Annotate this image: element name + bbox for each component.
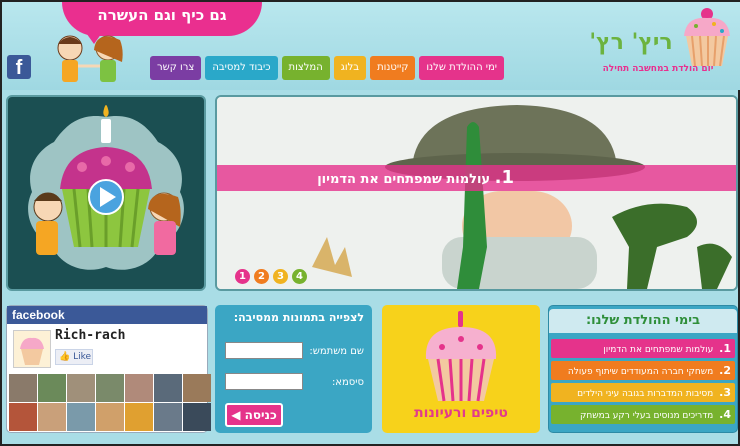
birthday-item-number: 1. [719,342,731,355]
party-photos-login: לצפייה בתמונות ממסיבה: שם משתמש: סיסמא: … [215,305,372,433]
nav-item-camps[interactable]: קייטנות [370,56,416,80]
banner-caption: 1. עולמות שמפתחים את הדמיון [317,167,514,191]
video-player[interactable] [6,95,206,291]
fan-thumb[interactable] [154,374,182,402]
fan-thumb[interactable] [183,403,211,431]
header: גם כיף וגם העשרה f צרו קשר כיבוד למסיבה … [2,2,740,90]
page-avatar[interactable] [13,330,51,368]
birthday-item-text: עולמות שמפתחים את הדמיון [603,345,714,355]
birthday-item-number: 3. [719,386,731,399]
fan-thumb[interactable] [38,403,66,431]
video-cupcake-illustration [28,105,184,270]
banner-caption-text: עולמות שמפתחים את הדמיון [317,172,491,187]
username-input[interactable] [225,342,303,359]
birthday-item-1[interactable]: 1. עולמות שמפתחים את הדמיון [551,339,735,358]
cupcake-avatar-icon [20,337,44,365]
login-submit-label: כניסה [244,408,277,422]
fan-thumb[interactable] [9,374,37,402]
fan-thumb[interactable] [67,403,95,431]
slide-dot-3[interactable]: 3 [273,269,288,284]
birthdays-title: בימי ההולדת שלנו: [549,309,737,333]
slide-dot-2[interactable]: 2 [254,269,269,284]
fan-thumb[interactable] [183,374,211,402]
page-frame: גם כיף וגם העשרה f צרו קשר כיבוד למסיבה … [0,0,740,446]
slide-dot-1[interactable]: 1 [235,269,250,284]
logo-subtitle: יום הולדת במחשבה תחילה [602,64,714,74]
birthday-item-number: 4. [719,408,731,421]
nav-item-recommendations[interactable]: המלצות [281,56,330,80]
nav-item-our-birthdays[interactable]: ימי ההולדת שלנו [419,56,505,80]
facebook-header: facebook [7,306,207,324]
logo[interactable]: ריץ' רץ' יום הולדת במחשבה תחילה [582,6,738,86]
facebook-page-name[interactable]: Rich-rach [55,328,125,343]
facebook-like-button[interactable]: 👍 Like [55,349,93,365]
logo-title: ריץ' רץ' [589,30,673,55]
fan-thumbnails [9,374,211,431]
slide-pager: 1 2 3 4 [235,269,307,284]
nav-item-catering[interactable]: כיבוד למסיבה [205,56,278,80]
tips-label: טיפים ורעיונות [414,405,508,421]
fan-thumb[interactable] [9,403,37,431]
fan-thumb[interactable] [125,374,153,402]
facebook-icon[interactable]: f [7,55,31,79]
birthday-item-3[interactable]: 3. מסיבות המדברות בגובה עיני הילדים [551,383,735,402]
our-birthdays-box: בימי ההולדת שלנו: 1. עולמות שמפתחים את ה… [548,305,738,433]
username-label: שם משתמש: [309,346,364,357]
fan-thumb[interactable] [125,403,153,431]
cupcake-icon [425,311,497,402]
like-label: Like [73,352,92,362]
kids-illustration [57,35,123,82]
slide-dot-4[interactable]: 4 [292,269,307,284]
banner-caption-number: 1. [494,167,514,188]
facebook-like-box: facebook Rich-rach 👍 Like [6,305,211,433]
birthday-item-number: 2. [719,364,731,377]
birthday-item-text: מדריכים מנוסים בעלי רקע במשחק [579,411,714,421]
hero-banner[interactable]: 1. עולמות שמפתחים את הדמיון 1 2 3 4 [215,95,738,291]
arrow-left-icon: ◀ [231,408,241,422]
main-nav: צרו קשר כיבוד למסיבה המלצות בלוג קייטנות… [150,56,505,80]
nav-item-contact[interactable]: צרו קשר [150,56,202,80]
fan-thumb[interactable] [154,403,182,431]
password-input[interactable] [225,373,303,390]
fan-thumb[interactable] [67,374,95,402]
fan-thumb[interactable] [96,403,124,431]
fan-thumb[interactable] [96,374,124,402]
birthday-item-2[interactable]: 2. משחקי חברה המעודדים שיתוף פעולה [551,361,735,380]
birthday-item-4[interactable]: 4. מדריכים מנוסים בעלי רקע במשחק [551,405,735,424]
tips-and-ideas[interactable]: טיפים ורעיונות [382,305,540,433]
cupcake-logo-icon [684,8,730,67]
login-submit-button[interactable]: כניסה ◀ [225,403,283,427]
password-label: סיסמא: [331,377,364,388]
login-title: לצפייה בתמונות ממסיבה: [233,311,364,324]
banner-photo [217,97,736,289]
birthday-item-text: משחקי חברה המעודדים שיתוף פעולה [567,367,714,377]
birthday-item-text: מסיבות המדברות בגובה עיני הילדים [577,389,714,399]
nav-item-blog[interactable]: בלוג [333,56,367,80]
fan-thumb[interactable] [38,374,66,402]
